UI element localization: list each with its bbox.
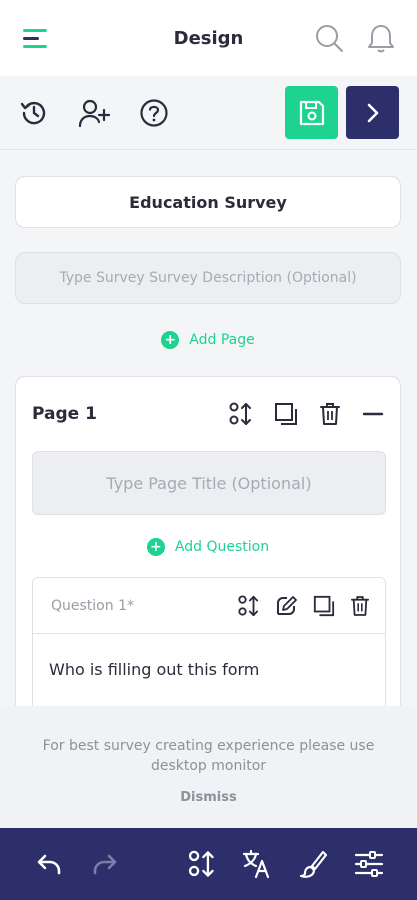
brush-icon[interactable] [297,848,329,880]
sliders-icon[interactable] [353,848,385,880]
next-button[interactable] [346,86,399,139]
duplicate-icon[interactable] [274,402,298,426]
translate-icon[interactable] [241,848,273,880]
page-header: Page 1 [32,377,384,451]
save-button[interactable] [285,86,338,139]
page-card: Page 1 Type Page Title (Optional) + Add … [15,376,401,737]
notice-message: For best survey creating experience plea… [42,738,375,774]
question-header: Question 1* [33,578,385,634]
bell-icon[interactable] [365,22,397,54]
toolbar [0,76,417,150]
history-icon[interactable] [18,97,50,129]
add-page-label: Add Page [189,332,255,348]
save-icon [299,100,324,125]
add-page-button[interactable]: + Add Page [15,330,401,350]
add-user-icon[interactable] [78,97,110,129]
reorder-icon[interactable] [185,848,217,880]
page-label: Page 1 [32,404,97,424]
dismiss-button[interactable]: Dismiss [0,790,417,805]
survey-description-field[interactable]: Type Survey Survey Description (Optional… [15,252,401,304]
edit-icon[interactable] [275,595,297,617]
help-icon[interactable] [138,97,170,129]
add-question-button[interactable]: + Add Question [32,537,384,557]
plus-circle-icon: + [161,331,180,349]
collapse-icon[interactable] [362,402,384,426]
survey-editor: Education Survey Type Survey Survey Desc… [15,176,401,737]
undo-icon[interactable] [32,848,64,880]
plus-circle-icon: + [146,538,165,556]
question-label: Question 1* [51,597,134,614]
bottom-toolbar [0,828,417,900]
duplicate-icon[interactable] [313,595,335,617]
reorder-icon[interactable] [228,401,252,427]
menu-icon[interactable] [20,22,52,54]
redo-icon[interactable] [90,848,122,880]
app-header: Design [0,0,417,76]
add-question-label: Add Question [174,539,270,555]
trash-icon[interactable] [351,595,369,617]
desktop-notice-banner: For best survey creating experience plea… [0,706,417,828]
trash-icon[interactable] [320,402,340,426]
survey-title-field[interactable]: Education Survey [15,176,401,228]
question-text[interactable]: Who is filling out this form [33,634,385,679]
search-icon[interactable] [313,22,345,54]
page-title-field[interactable]: Type Page Title (Optional) [32,451,386,515]
reorder-icon[interactable] [237,594,259,618]
chevron-right-icon [367,103,378,122]
